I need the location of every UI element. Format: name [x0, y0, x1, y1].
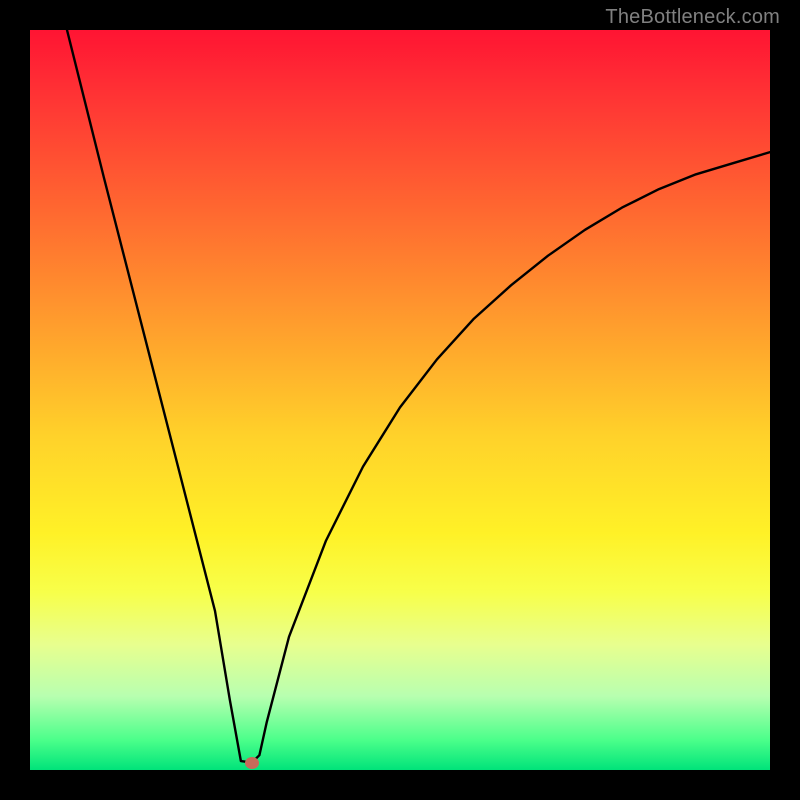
chart-frame: TheBottleneck.com — [0, 0, 800, 800]
minimum-marker — [245, 757, 259, 769]
plot-area — [30, 30, 770, 770]
watermark-text: TheBottleneck.com — [605, 6, 780, 29]
bottleneck-curve — [30, 30, 770, 770]
